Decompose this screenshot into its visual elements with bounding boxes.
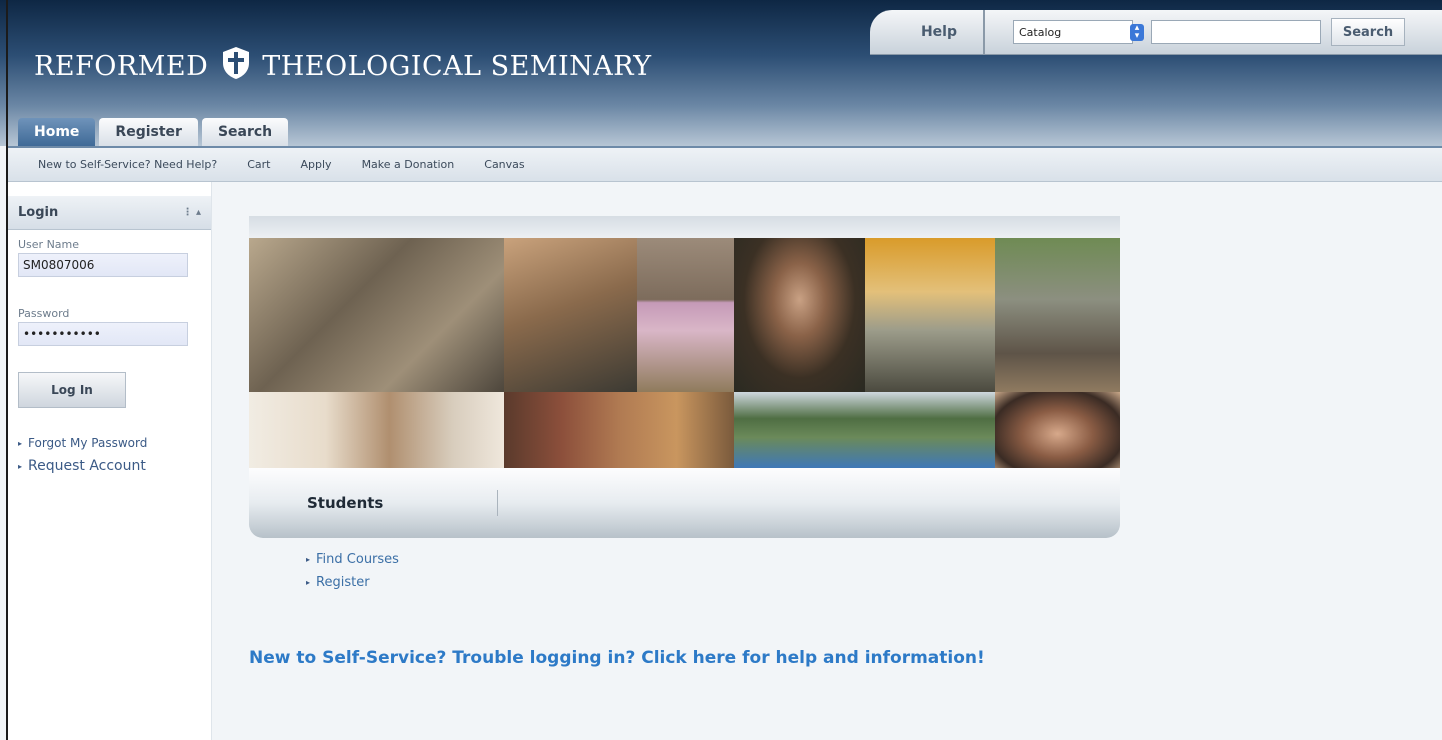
forgot-password-label: Forgot My Password [28,436,148,450]
password-label: Password [18,307,70,320]
banner-top-strip [249,216,1120,238]
request-account-label: Request Account [28,458,146,474]
bar-divider [497,490,498,516]
request-account-link[interactable]: ▸ Request Account [18,458,211,474]
forgot-password-link[interactable]: ▸ Forgot My Password [18,436,211,450]
search-scope-select[interactable]: Catalog ▴ ▾ [1013,20,1144,44]
find-courses-link[interactable]: ▸ Find Courses [306,552,399,567]
window-edge [6,0,8,740]
search-input[interactable] [1151,20,1321,44]
bullet-icon: ▸ [306,555,311,564]
help-information-link[interactable]: New to Self-Service? Trouble logging in?… [249,648,985,668]
login-sidebar: Login ⋮ ▴ User Name SM0807006 Password •… [8,182,212,740]
photo-chapel [637,238,734,392]
photo-campus-building [995,238,1120,392]
tab-home[interactable]: Home [18,118,96,146]
search-button[interactable]: Search [1331,18,1405,46]
tab-register[interactable]: Register [99,118,198,146]
register-link[interactable]: ▸ Register [306,575,399,590]
photo-campus-pool [734,392,995,468]
login-title: Login [18,205,59,220]
bullet-icon: ▸ [306,578,311,587]
login-button[interactable]: Log In [18,372,126,408]
username-label: User Name [18,238,80,251]
shield-icon [222,46,250,87]
photo-collage [249,238,1120,468]
password-field[interactable]: ••••••••••• [18,322,188,346]
login-panel-header: Login ⋮ ▴ [8,196,211,230]
subnav-canvas[interactable]: Canvas [484,158,524,171]
students-banner: Students [249,216,1120,538]
subnav-make-donation[interactable]: Make a Donation [362,158,455,171]
logo-text-right: THEOLOGICAL SEMINARY [262,51,652,82]
bullet-icon: ▸ [18,461,23,471]
photo-student-portrait [734,238,865,392]
students-label[interactable]: Students [307,494,383,512]
photo-students-smiling [995,392,1120,468]
subnav-need-help[interactable]: New to Self-Service? Need Help? [38,158,217,171]
bullet-icon: ▸ [18,438,23,448]
register-label: Register [316,575,370,590]
logo-text-left: REFORMED [34,51,209,82]
search-scope-value: Catalog [1019,25,1062,39]
utility-bar: Help Catalog ▴ ▾ Search [870,9,1442,55]
sub-navigation: New to Self-Service? Need Help? Cart App… [8,146,1442,182]
find-courses-label: Find Courses [316,552,399,567]
select-arrows-icon: ▴ ▾ [1130,24,1144,41]
student-links: ▸ Find Courses ▸ Register [306,552,399,598]
seminary-logo[interactable]: REFORMED THEOLOGICAL SEMINARY [34,46,652,87]
help-button[interactable]: Help [870,9,985,55]
banner-section-bar: Students [249,468,1120,538]
tab-search[interactable]: Search [201,118,289,146]
photo-courtyard [504,238,637,392]
photo-worship-group [504,392,734,468]
panel-collapse-icon[interactable]: ⋮ ▴ [182,207,201,218]
username-field[interactable]: SM0807006 [18,253,188,277]
photo-student-writing [249,392,504,468]
photo-group-discussion [249,238,504,392]
subnav-apply[interactable]: Apply [301,158,332,171]
main-tabs: Home Register Search [18,118,289,146]
photo-reading-outdoors [865,238,995,392]
subnav-cart[interactable]: Cart [247,158,270,171]
page-header: REFORMED THEOLOGICAL SEMINARY Help Catal… [0,0,1442,146]
